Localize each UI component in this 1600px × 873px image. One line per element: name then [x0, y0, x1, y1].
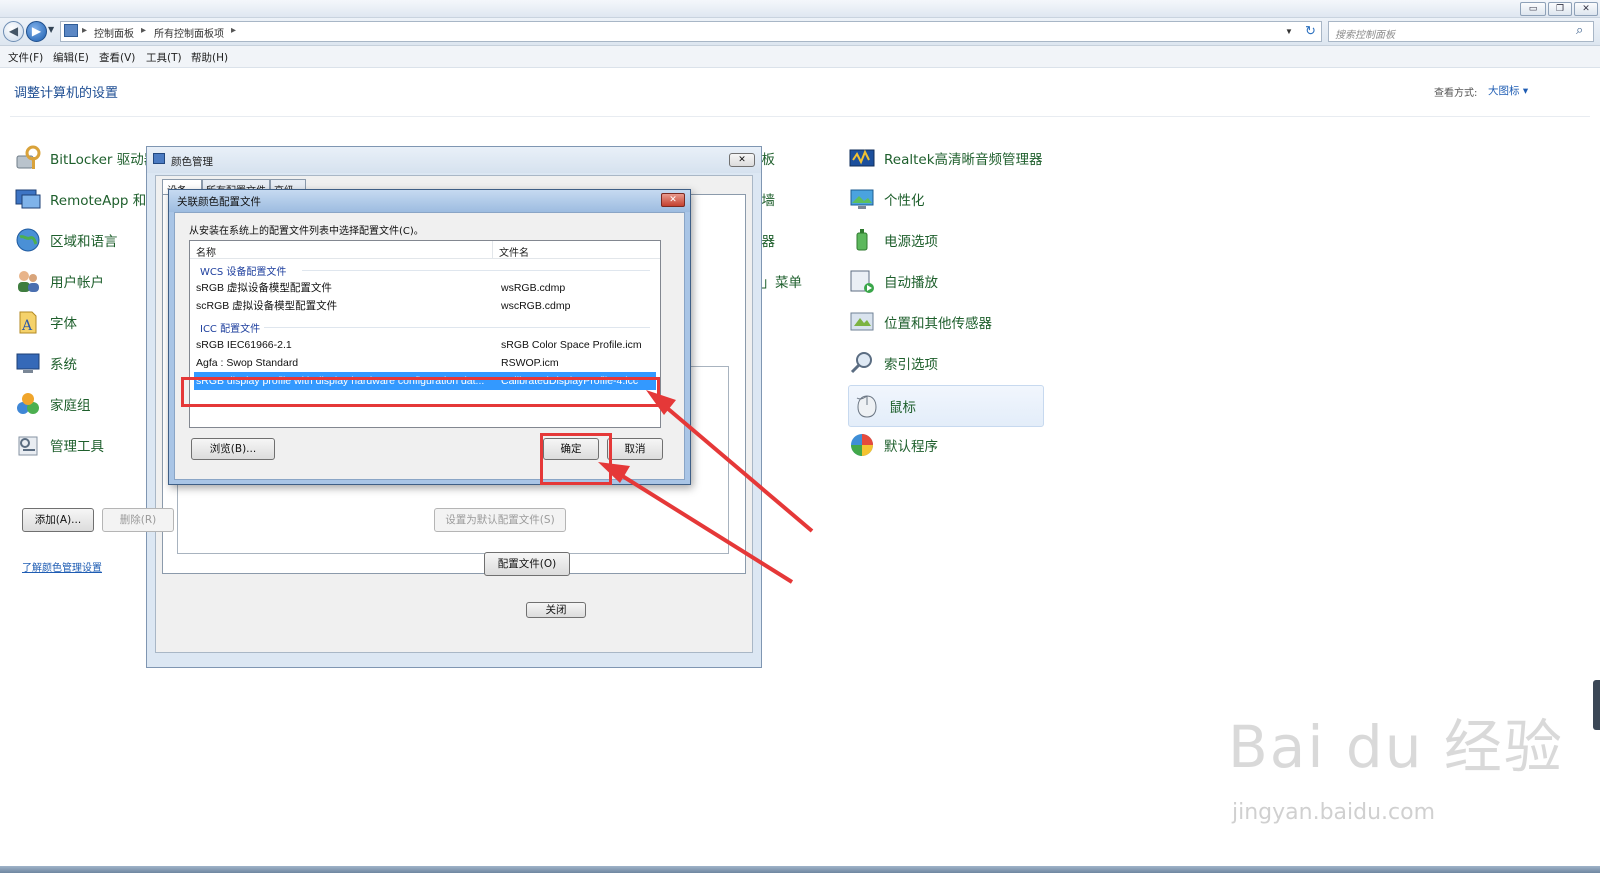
taskbar — [0, 866, 1600, 873]
watermark-brand: Bai du 经验 — [1228, 713, 1564, 781]
annotation-arrow-line — [614, 470, 794, 584]
side-gadget-handle[interactable] — [1593, 680, 1600, 730]
watermark-url: jingyan.baidu.com — [1232, 800, 1436, 825]
